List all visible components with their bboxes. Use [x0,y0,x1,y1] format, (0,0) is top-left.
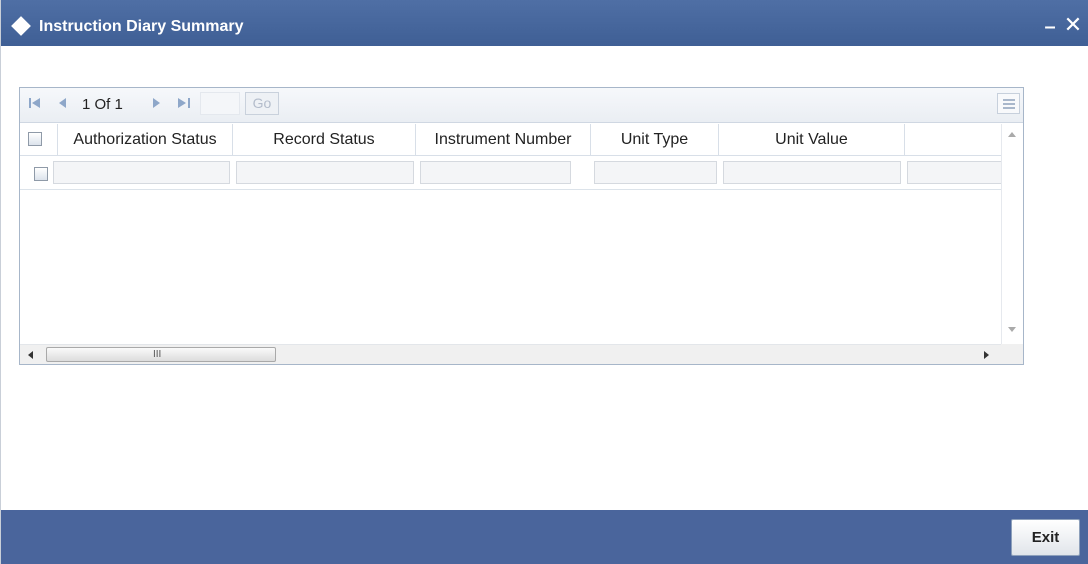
instruction-diary-summary-window: Instruction Diary Summary – ✕ 1 Of 1 Go … [0,0,1088,564]
scroll-thumb-grip: III [153,349,162,360]
extra-cell [907,161,1001,184]
unit-type-cell[interactable] [594,161,717,184]
diamond-icon [11,16,31,36]
column-filler [905,124,1001,155]
minimize-icon[interactable]: – [1043,17,1057,37]
footer-bar: Exit [1,510,1088,564]
scroll-down-icon[interactable] [1008,327,1016,332]
horizontal-scrollbar[interactable]: III [20,344,1001,364]
first-page-icon[interactable] [28,96,42,114]
vertical-scrollbar[interactable] [1001,124,1023,344]
previous-page-icon[interactable] [57,96,67,114]
row-checkbox[interactable] [34,167,48,181]
select-all-checkbox[interactable] [28,132,42,146]
exit-button[interactable]: Exit [1011,519,1080,556]
scroll-left-icon[interactable] [28,351,33,359]
page-number-input[interactable] [200,92,240,115]
authorization-status-cell[interactable] [53,161,230,184]
column-authorization-status[interactable]: Authorization Status [58,124,233,155]
go-button[interactable]: Go [245,92,279,115]
window-title: Instruction Diary Summary [39,18,244,35]
select-all-column [20,124,58,155]
page-count: 1 Of 1 [82,96,123,114]
pagination-toolbar: 1 Of 1 Go [20,88,1023,123]
close-icon[interactable]: ✕ [1063,13,1083,37]
table-row[interactable] [20,156,1001,190]
scroll-up-icon[interactable] [1008,132,1016,137]
record-status-cell[interactable] [236,161,414,184]
instrument-number-cell[interactable] [420,161,571,184]
summary-grid: 1 Of 1 Go Authorization Status Record St… [19,87,1024,365]
column-unit-value[interactable]: Unit Value [719,124,905,155]
of-label: Of [94,96,111,113]
table-header: Authorization Status Record Status Instr… [20,124,1001,156]
column-unit-type[interactable]: Unit Type [591,124,719,155]
column-record-status[interactable]: Record Status [233,124,416,155]
total-pages: 1 [114,96,123,113]
current-page: 1 [82,96,91,113]
unit-value-cell[interactable] [723,161,901,184]
last-page-icon[interactable] [177,96,191,114]
column-instrument-number[interactable]: Instrument Number [416,124,591,155]
horizontal-scroll-thumb[interactable]: III [46,347,276,362]
scrollbar-corner [1001,344,1023,364]
title-bar: Instruction Diary Summary – ✕ [1,0,1088,46]
scroll-right-icon[interactable] [984,351,989,359]
next-page-icon[interactable] [152,96,162,114]
column-settings-icon[interactable] [997,93,1020,114]
